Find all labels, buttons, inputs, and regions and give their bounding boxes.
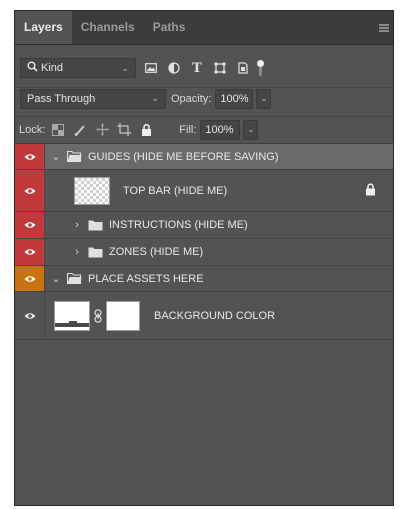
- folder-open-icon: [66, 273, 82, 285]
- chevron-down-icon: ⌄: [151, 93, 159, 103]
- chevron-right-icon[interactable]: ›: [71, 246, 83, 258]
- type-filter-icon[interactable]: T: [189, 60, 205, 76]
- blend-mode-value: Pass Through: [27, 92, 96, 105]
- eye-icon: [24, 187, 35, 194]
- folder-icon: [87, 219, 103, 231]
- eye-icon: [24, 153, 35, 160]
- panel-tab-bar: Layers Channels Paths: [15, 11, 393, 45]
- chevron-down-icon[interactable]: ⌄: [50, 272, 62, 285]
- visibility-toggle[interactable]: [15, 170, 45, 211]
- lock-transparent-pixels-icon[interactable]: [49, 121, 67, 139]
- tab-channels[interactable]: Channels: [72, 11, 144, 44]
- layer-thumbnail-transparent: [74, 176, 110, 205]
- adjustment-filter-icon[interactable]: [166, 60, 182, 76]
- shape-filter-icon[interactable]: [212, 60, 228, 76]
- tab-layers[interactable]: Layers: [15, 11, 72, 44]
- visibility-toggle[interactable]: [15, 266, 45, 291]
- lock-icon: [365, 182, 376, 198]
- layer-row-instructions[interactable]: › INSTRUCTIONS (HIDE ME): [15, 212, 393, 239]
- layer-row-background-color[interactable]: BACKGROUND COLOR: [15, 292, 393, 340]
- eye-icon: [24, 312, 35, 319]
- folder-icon: [87, 246, 103, 258]
- filter-kind-label: Kind: [41, 62, 64, 74]
- image-filter-icon[interactable]: [143, 60, 159, 76]
- layer-row-top-bar[interactable]: TOP BAR (HIDE ME): [15, 170, 393, 212]
- eye-icon: [24, 249, 35, 255]
- visibility-toggle[interactable]: [15, 239, 45, 265]
- layer-row-zones[interactable]: › ZONES (HIDE ME): [15, 239, 393, 266]
- layer-row-place-assets[interactable]: ⌄ PLACE ASSETS HERE: [15, 266, 393, 292]
- chevron-down-icon: ⌄: [260, 93, 268, 103]
- fill-label: Fill:: [179, 123, 197, 136]
- layer-row-guides[interactable]: ⌄ GUIDES (HIDE ME BEFORE SAVING): [15, 144, 393, 170]
- fill-layer-thumbnail: [54, 300, 90, 331]
- layers-list: ⌄ GUIDES (HIDE ME BEFORE SAVING) TOP BAR…: [15, 143, 393, 340]
- chevron-down-icon: ⌄: [247, 124, 255, 134]
- chevron-down-icon: ⌄: [121, 62, 129, 73]
- eye-icon: [24, 222, 35, 228]
- lock-image-pixels-icon[interactable]: [71, 121, 89, 139]
- panel-menu-icon[interactable]: [379, 24, 389, 32]
- opacity-slider-dropdown[interactable]: ⌄: [256, 88, 272, 109]
- fill-input[interactable]: 100%: [200, 119, 241, 140]
- layer-name: GUIDES (HIDE ME BEFORE SAVING): [88, 150, 279, 163]
- lock-label: Lock:: [19, 123, 46, 136]
- layer-mask-thumbnail[interactable]: [106, 300, 140, 331]
- lock-fill-row: Lock: Fill: 100% ⌄: [15, 116, 393, 142]
- smart-object-filter-icon[interactable]: [235, 60, 251, 76]
- blend-opacity-row: Pass Through ⌄ Opacity: 100% ⌄: [15, 87, 393, 109]
- search-icon: [27, 61, 38, 75]
- filter-toggle-switch[interactable]: [257, 60, 264, 76]
- lock-artboard-icon[interactable]: [115, 121, 133, 139]
- opacity-label: Opacity:: [171, 92, 212, 105]
- layer-name: TOP BAR (HIDE ME): [123, 184, 228, 197]
- folder-open-icon: [66, 151, 82, 163]
- chevron-down-icon[interactable]: ⌄: [50, 150, 62, 163]
- layers-panel: Layers Channels Paths Kind ⌄ T Pass Thro…: [14, 10, 394, 506]
- visibility-toggle[interactable]: [15, 212, 45, 238]
- chain-link-icon[interactable]: [93, 308, 103, 323]
- lock-all-icon[interactable]: [137, 121, 155, 139]
- layer-name: BACKGROUND COLOR: [154, 309, 276, 322]
- layer-filter-row: Kind ⌄ T: [15, 56, 393, 80]
- filter-kind-dropdown[interactable]: Kind ⌄: [20, 58, 136, 78]
- eye-icon: [24, 275, 35, 282]
- fill-slider-dropdown[interactable]: ⌄: [243, 119, 259, 140]
- opacity-input[interactable]: 100%: [215, 88, 254, 109]
- visibility-toggle[interactable]: [15, 292, 45, 339]
- layer-name: ZONES (HIDE ME): [109, 246, 204, 258]
- visibility-toggle[interactable]: [15, 144, 45, 169]
- lock-position-icon[interactable]: [93, 121, 111, 139]
- tab-paths[interactable]: Paths: [144, 11, 195, 44]
- layer-name: PLACE ASSETS HERE: [88, 272, 204, 285]
- layer-name: INSTRUCTIONS (HIDE ME): [109, 219, 248, 231]
- chevron-right-icon[interactable]: ›: [71, 219, 83, 231]
- blend-mode-dropdown[interactable]: Pass Through ⌄: [20, 88, 166, 109]
